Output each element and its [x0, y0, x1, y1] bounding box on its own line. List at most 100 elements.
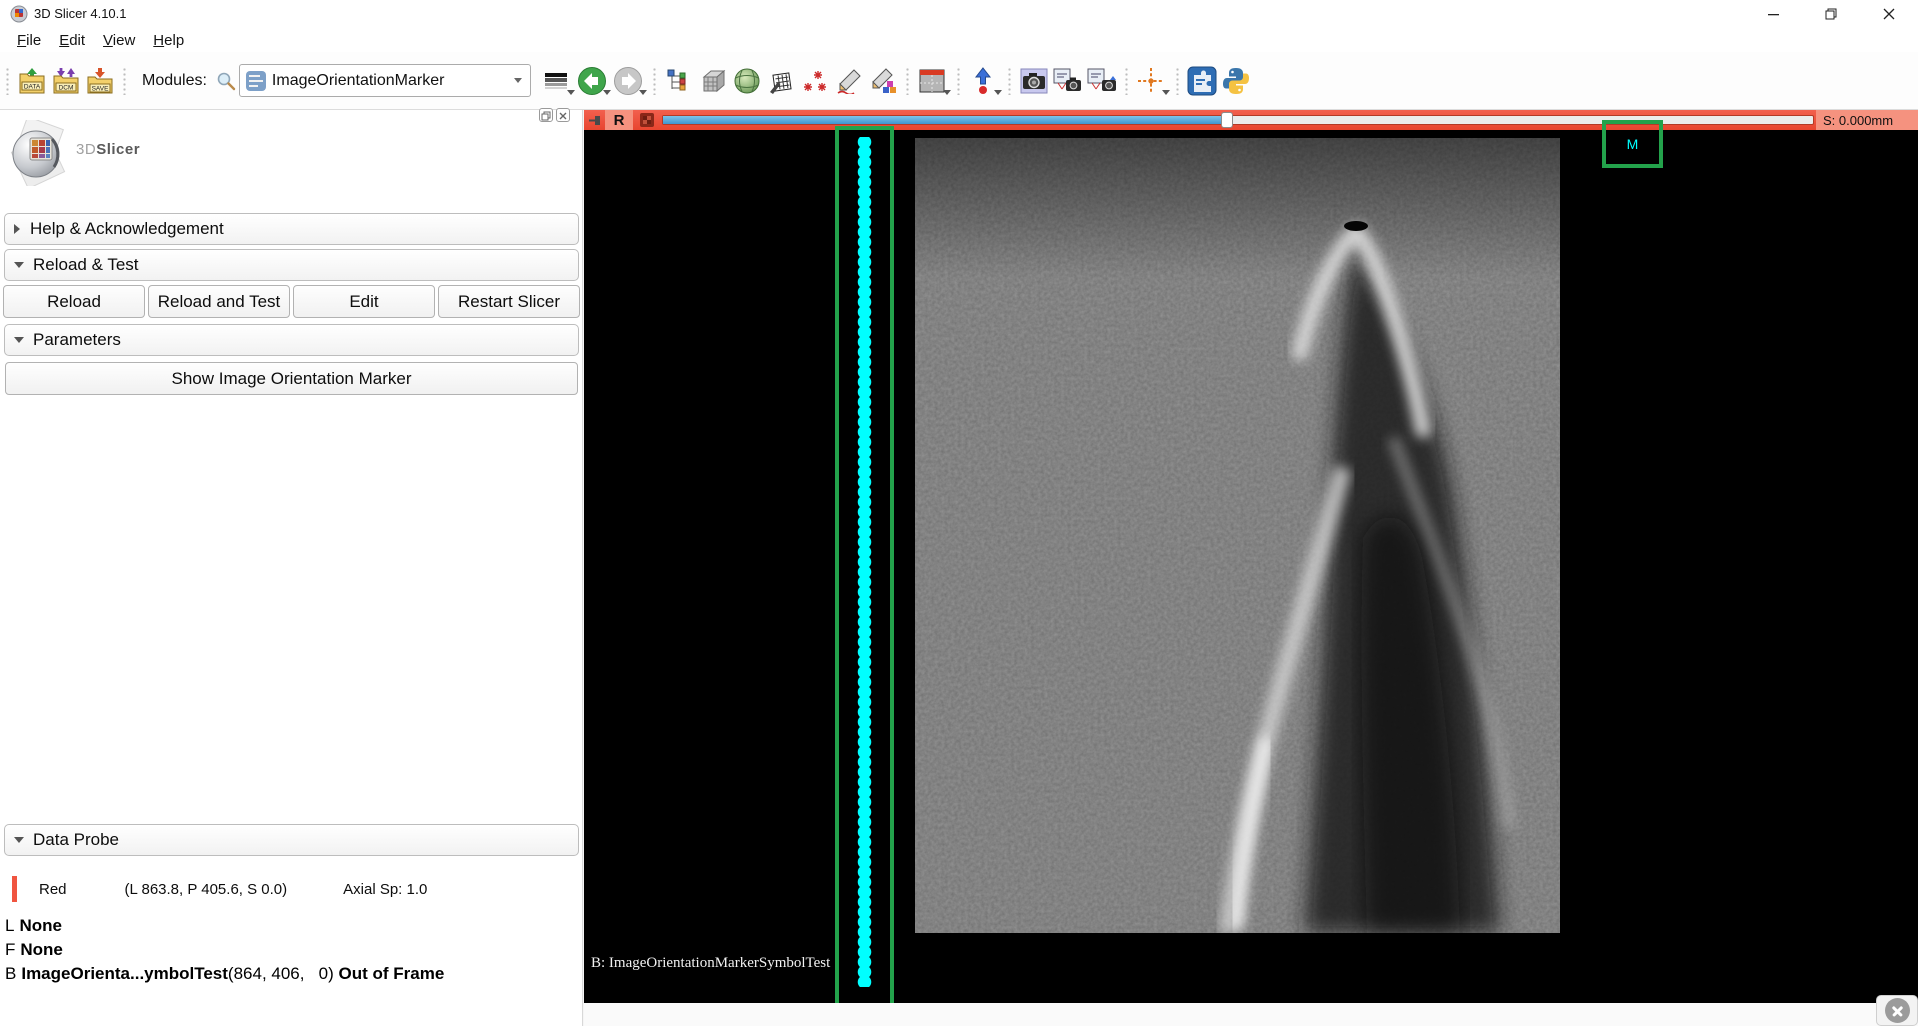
chevron-down-icon[interactable] — [567, 90, 575, 95]
toolbar-drag-handle[interactable] — [5, 67, 10, 95]
minimize-button[interactable] — [1744, 0, 1802, 28]
slider-fill — [663, 116, 1227, 124]
menu-file[interactable]: File — [8, 30, 50, 51]
toolbar-drag-handle[interactable] — [1124, 67, 1129, 95]
green-sphere-icon — [733, 67, 761, 95]
orientation-marker-letter: M — [1627, 136, 1639, 152]
red-slice-view[interactable]: R S: 0.000mm — [584, 110, 1918, 1003]
hierarchy-tree-icon — [666, 68, 692, 94]
segment-editor-module-button[interactable] — [866, 64, 900, 98]
chevron-down-icon[interactable] — [603, 90, 611, 95]
parameters-section-title: Parameters — [33, 330, 121, 350]
restore-button[interactable] — [1802, 0, 1860, 28]
reload-and-test-button[interactable]: Reload and Test — [148, 285, 290, 318]
popup-close-icon[interactable] — [1885, 998, 1910, 1023]
edit-button[interactable]: Edit — [293, 285, 435, 318]
toolbar-drag-handle[interactable] — [905, 67, 910, 95]
slice-orientation-label[interactable]: R — [605, 110, 633, 130]
layout-icon — [918, 68, 946, 94]
restart-slicer-button[interactable]: Restart Slicer — [438, 285, 580, 318]
probe-slice-name: Red — [39, 881, 67, 898]
models-module-button[interactable] — [730, 64, 764, 98]
toolbar-drag-handle[interactable] — [1007, 67, 1012, 95]
slice-offset-value: S: 0.000mm — [1816, 110, 1918, 130]
data-module-button[interactable] — [696, 64, 730, 98]
undock-panel-button[interactable] — [539, 108, 553, 122]
reload-section-header[interactable]: Reload & Test — [4, 249, 579, 281]
svg-text:SAVE: SAVE — [92, 85, 110, 92]
chevron-down-icon[interactable] — [639, 90, 647, 95]
chevron-down-icon[interactable] — [1162, 90, 1170, 95]
parameters-section-header[interactable]: Parameters — [4, 324, 579, 356]
close-icon — [557, 110, 569, 122]
minimize-icon — [1768, 9, 1779, 20]
slice-controller-bar: R S: 0.000mm — [584, 110, 1918, 130]
close-panel-button[interactable] — [556, 108, 570, 122]
subject-hierarchy-module-button[interactable] — [662, 64, 696, 98]
slicer-logo: 3DSlicer — [6, 120, 140, 186]
pencil-icon — [836, 68, 862, 94]
restore-icon — [1825, 8, 1837, 20]
main-toolbar: DATA DCM SAVE Modules: — [0, 52, 1918, 110]
screenshot-button[interactable] — [1017, 64, 1051, 98]
scene-view-capture-button[interactable] — [1051, 64, 1085, 98]
python-icon — [1221, 66, 1251, 96]
pencil-colors-icon — [870, 68, 896, 94]
save-button[interactable]: SAVE — [83, 64, 117, 98]
annotations-module-button[interactable] — [764, 64, 798, 98]
python-console-button[interactable] — [1219, 64, 1253, 98]
module-search-button[interactable] — [213, 64, 239, 98]
undock-icon — [540, 110, 552, 122]
show-image-orientation-marker-button[interactable]: Show Image Orientation Marker — [5, 362, 578, 395]
probe-layer-l: LNone — [5, 916, 62, 936]
probe-slice-info-row: Red (L 863.8, P 405.6, S 0.0) Axial Sp: … — [12, 876, 427, 902]
help-section-header[interactable]: Help & Acknowledgement — [4, 213, 579, 245]
search-icon — [216, 71, 236, 91]
app-logo-icon — [10, 5, 28, 23]
close-button[interactable] — [1860, 0, 1918, 28]
scripted-module-icon — [245, 70, 267, 92]
data-probe-section-header[interactable]: Data Probe — [4, 824, 579, 856]
close-icon — [1883, 8, 1895, 20]
module-selector-combobox[interactable]: ImageOrientationMarker — [239, 64, 531, 97]
scene-view-restore-button[interactable] — [1085, 64, 1119, 98]
probe-layer-b: BImageOrienta...ymbolTest(864, 406, 0) O… — [5, 964, 444, 984]
markups-module-button[interactable] — [798, 64, 832, 98]
toolbar-drag-handle[interactable] — [122, 67, 127, 95]
expanded-arrow-icon — [14, 262, 24, 268]
module-history-icon — [544, 72, 568, 90]
chevron-down-icon[interactable] — [943, 90, 951, 95]
reload-button[interactable]: Reload — [3, 285, 145, 318]
menu-edit[interactable]: Edit — [50, 30, 94, 51]
crosshair-icon — [1137, 67, 1165, 95]
reload-button-row: Reload Reload and Test Edit Restart Slic… — [3, 285, 580, 318]
menu-view[interactable]: View — [94, 30, 144, 51]
dicom-button[interactable]: DCM — [49, 64, 83, 98]
svg-text:DATA: DATA — [24, 83, 41, 90]
modules-label: Modules: — [142, 72, 207, 90]
probe-slice-spacing: Axial Sp: 1.0 — [343, 881, 427, 898]
slicer-wordmark: 3DSlicer — [76, 141, 140, 158]
bottom-strip — [584, 1003, 1918, 1026]
dicom-icon: DCM — [51, 67, 81, 95]
red-slice-color-swatch — [12, 876, 17, 902]
scene-restore-icon — [1087, 68, 1117, 94]
toolbar-drag-handle[interactable] — [956, 67, 961, 95]
extensions-manager-button[interactable] — [1185, 64, 1219, 98]
menu-help[interactable]: Help — [144, 30, 193, 51]
probe-layer-f: FNone — [5, 940, 63, 960]
grid-pen-icon — [768, 68, 794, 94]
slice-visibility-icon[interactable] — [640, 113, 654, 127]
notification-popup[interactable] — [1876, 995, 1918, 1026]
toolbar-drag-handle[interactable] — [652, 67, 657, 95]
scene-capture-icon — [1053, 68, 1083, 94]
slider-handle[interactable] — [1221, 112, 1233, 128]
pin-icon[interactable] — [589, 114, 602, 127]
chevron-down-icon[interactable] — [994, 90, 1002, 95]
ultrasound-image[interactable] — [915, 138, 1560, 933]
expanded-arrow-icon — [14, 837, 24, 843]
editor-module-button[interactable] — [832, 64, 866, 98]
toolbar-drag-handle[interactable] — [1175, 67, 1180, 95]
highlight-rect-marker-line — [835, 126, 894, 1010]
load-data-button[interactable]: DATA — [15, 64, 49, 98]
